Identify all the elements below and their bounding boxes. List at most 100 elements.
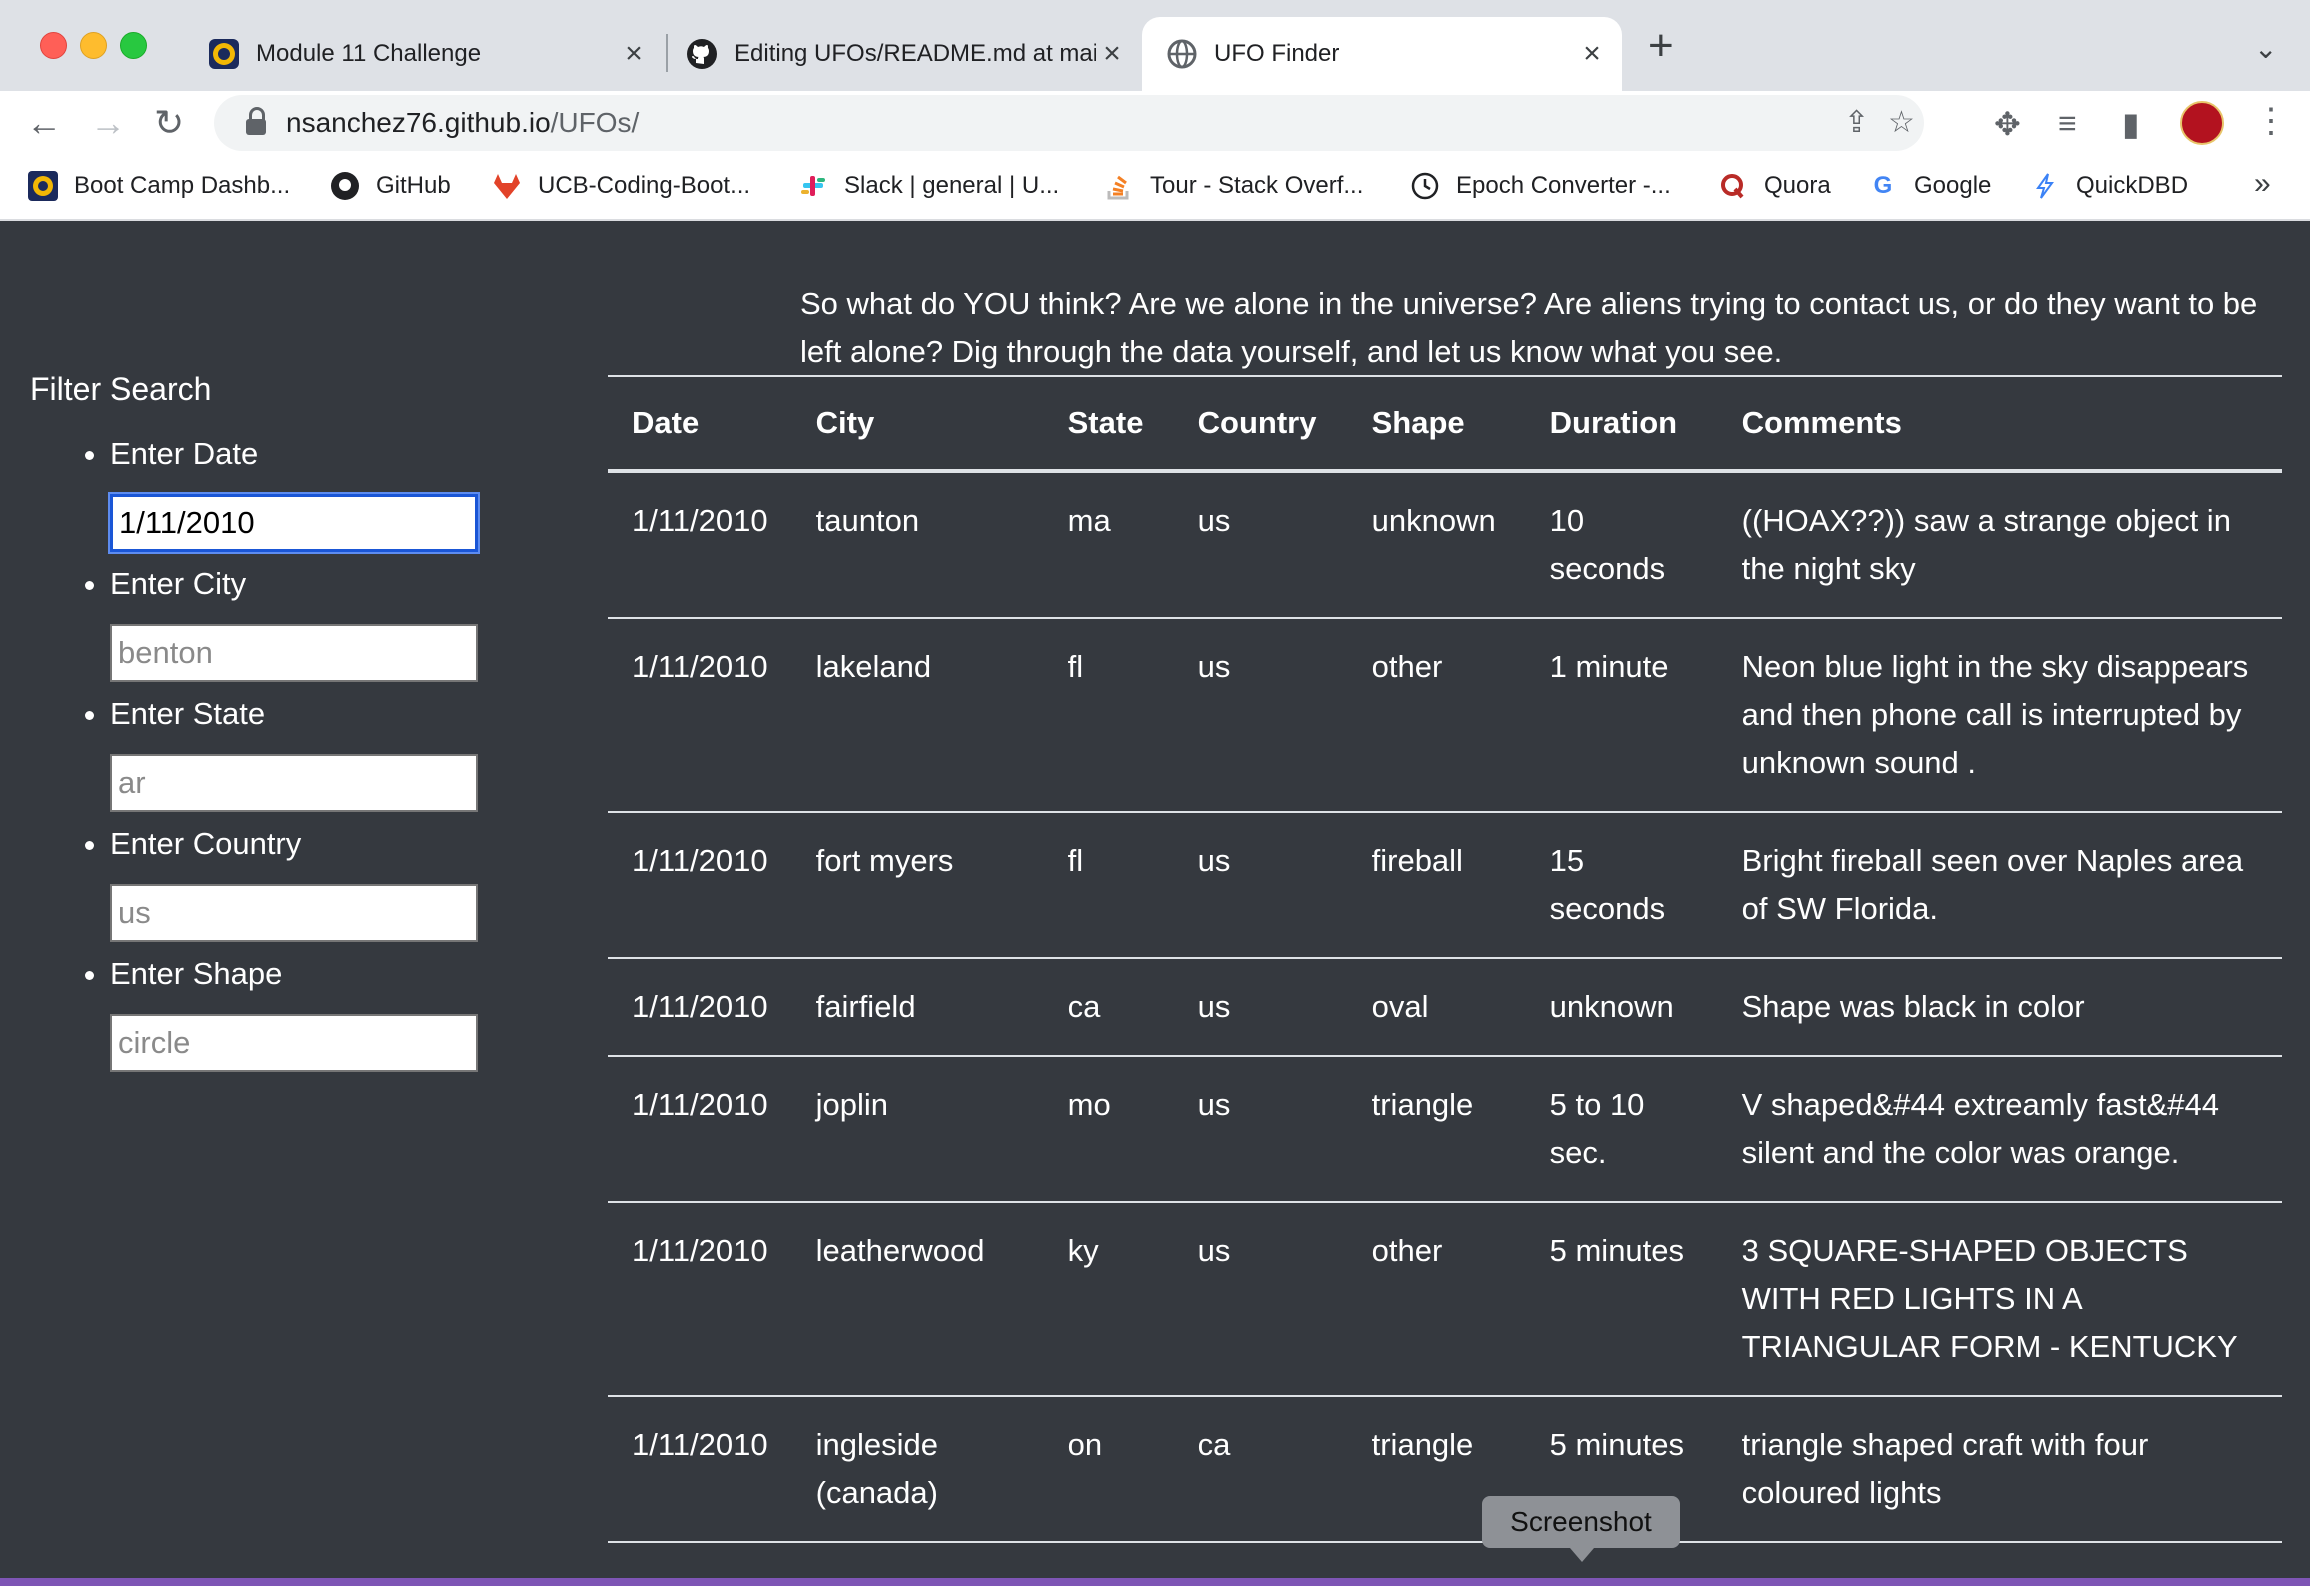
reload-icon[interactable]: ↻	[154, 101, 184, 145]
cell-comments: ((HOAX??)) saw a strange object in the n…	[1717, 471, 2282, 619]
browser-toolbar: ← → ↻ nsanchez76.github.io/UFOs/ ⇪ ☆ ✥ ≡…	[0, 91, 2310, 155]
cell-comments: Bright fireball seen over Naples area of…	[1717, 812, 2282, 959]
extensions-puzzle-icon[interactable]: ✥	[1994, 105, 2021, 143]
bookmark-label: Boot Camp Dashb...	[74, 172, 291, 199]
bookmark-label: Slack | general | U...	[844, 172, 1060, 199]
more-vertical-icon[interactable]: ⋮	[2254, 101, 2288, 141]
bookmark-github[interactable]: GitHub	[330, 171, 451, 201]
cell-shape: oval	[1347, 958, 1526, 1057]
tab-title: Module 11 Challenge	[256, 40, 482, 67]
cell-city: joplin	[791, 1056, 1044, 1203]
ufo-finder-page: So what do YOU think? Are we alone in th…	[0, 221, 2310, 1586]
table-row: 1/11/2010 fort myers fl us fireball 15 s…	[608, 812, 2282, 959]
close-tab-icon[interactable]: ×	[1096, 37, 1128, 71]
bookmark-ucb-coding[interactable]: UCB-Coding-Boot...	[492, 171, 750, 201]
intro-paragraph: So what do YOU think? Are we alone in th…	[800, 286, 2258, 369]
cell-state: ca	[1043, 958, 1174, 1057]
cell-country: ca	[1173, 1396, 1348, 1543]
cell-shape: other	[1347, 1202, 1526, 1397]
cell-shape: fireball	[1347, 812, 1526, 959]
bookmark-label: Epoch Converter -...	[1456, 172, 1671, 199]
table-row: 1/11/2010 joplin mo us triangle 5 to 10 …	[608, 1056, 2282, 1203]
tab-editing-readme[interactable]: Editing UFOs/README.md at main ×	[686, 17, 1128, 91]
column-header-duration: Duration	[1525, 375, 1718, 473]
cell-date: 1/11/2010	[608, 812, 792, 959]
tab-divider	[666, 34, 668, 72]
cell-date: 1/11/2010	[608, 1202, 792, 1397]
more-bookmarks-chevron-icon[interactable]: »	[2254, 167, 2271, 201]
bookmark-label: Tour - Stack Overf...	[1150, 172, 1364, 199]
bootcamp-icon	[28, 171, 58, 201]
bootcamp-icon	[208, 38, 240, 70]
cell-comments: V shaped&#44 extreamly fast&#44 silent a…	[1717, 1056, 2282, 1203]
bookmark-star-icon[interactable]: ☆	[1888, 105, 1915, 140]
screenshot-tooltip: Screenshot	[1482, 1496, 1680, 1562]
bookmark-google[interactable]: G Google	[1868, 171, 1992, 201]
bookmark-quora[interactable]: Quora	[1718, 171, 1831, 201]
bookmark-stack-overflow[interactable]: Tour - Stack Overf...	[1104, 171, 1363, 201]
cell-state: on	[1043, 1396, 1174, 1543]
bookmark-slack[interactable]: Slack | general | U...	[798, 171, 1059, 201]
date-input[interactable]	[108, 492, 480, 554]
cell-shape: unknown	[1347, 471, 1526, 619]
state-input[interactable]	[110, 754, 478, 812]
address-bar[interactable]: nsanchez76.github.io/UFOs/ ⇪ ☆	[214, 95, 1924, 151]
bookmark-label: GitHub	[376, 172, 451, 199]
slack-icon	[798, 171, 828, 201]
bookmark-quickdbd[interactable]: QuickDBD	[2030, 171, 2188, 201]
table-row: 1/11/2010 fairfield ca us oval unknown S…	[608, 958, 2282, 1057]
chevron-down-icon[interactable]: ⌄	[2254, 32, 2277, 65]
side-panel-icon[interactable]: ▮	[2122, 105, 2140, 143]
bookmark-epoch-converter[interactable]: Epoch Converter -...	[1410, 171, 1671, 201]
bookmark-label: Google	[1914, 172, 1992, 199]
cell-comments: Shape was black in color	[1717, 958, 2282, 1057]
forward-arrow-icon[interactable]: →	[90, 101, 126, 145]
cell-state: ma	[1043, 471, 1174, 619]
url-path: /UFOs/	[550, 107, 640, 138]
bookmark-boot-camp[interactable]: Boot Camp Dashb...	[28, 171, 290, 201]
tab-ufo-finder[interactable]: UFO Finder ×	[1142, 17, 1622, 91]
cell-city: fairfield	[791, 958, 1044, 1057]
shape-input[interactable]	[110, 1014, 478, 1072]
back-arrow-icon[interactable]: ←	[26, 101, 62, 145]
reading-list-icon[interactable]: ≡	[2058, 105, 2077, 142]
filter-item-shape: Enter Shape	[110, 954, 550, 1072]
github-icon	[686, 38, 718, 70]
filter-label: Enter Date	[110, 436, 259, 471]
bookmarks-bar: Boot Camp Dashb... GitHub UCB-Coding-Boo…	[0, 155, 2310, 221]
city-input[interactable]	[110, 624, 478, 682]
cell-date: 1/11/2010	[608, 1056, 792, 1203]
cell-shape: triangle	[1347, 1056, 1526, 1203]
tab-title: Editing UFOs/README.md at main	[734, 40, 1096, 67]
google-icon: G	[1873, 172, 1893, 199]
share-icon[interactable]: ⇪	[1844, 105, 1869, 140]
cell-duration: 10 seconds	[1525, 471, 1718, 619]
table-header-row: Date City State Country Shape Duration C…	[608, 375, 2282, 473]
filter-sidebar: Filter Search Enter Date Enter City Ente…	[30, 371, 550, 1084]
cell-duration: unknown	[1525, 958, 1718, 1057]
filter-item-state: Enter State	[110, 694, 550, 812]
tab-title: UFO Finder	[1214, 40, 1340, 67]
globe-icon	[1166, 38, 1198, 70]
close-tab-icon[interactable]: ×	[618, 37, 650, 71]
new-tab-plus-icon[interactable]: +	[1648, 24, 1674, 68]
profile-avatar[interactable]	[2180, 101, 2224, 145]
tab-strip: Module 11 Challenge × Editing UFOs/READM…	[0, 0, 2310, 91]
filter-label: Enter State	[110, 696, 266, 731]
gitlab-icon	[492, 171, 522, 201]
column-header-country: Country	[1173, 375, 1348, 473]
cell-comments: 3 SQUARE-SHAPED OBJECTS WITH RED LIGHTS …	[1717, 1202, 2282, 1397]
close-tab-icon[interactable]: ×	[1576, 37, 1608, 71]
tab-module-11-challenge[interactable]: Module 11 Challenge ×	[208, 17, 650, 91]
window-zoom-button[interactable]	[120, 32, 147, 59]
window-close-button[interactable]	[40, 32, 67, 59]
cell-country: us	[1173, 812, 1348, 959]
cell-state: fl	[1043, 812, 1174, 959]
country-input[interactable]	[110, 884, 478, 942]
window-minimize-button[interactable]	[80, 32, 107, 59]
url-host: nsanchez76.github.io	[286, 107, 551, 138]
bookmark-label: QuickDBD	[2076, 172, 2189, 199]
cell-date: 1/11/2010	[608, 958, 792, 1057]
cell-date: 1/11/2010	[608, 618, 792, 813]
table-row: 1/11/2010 leatherwood ky us other 5 minu…	[608, 1202, 2282, 1397]
